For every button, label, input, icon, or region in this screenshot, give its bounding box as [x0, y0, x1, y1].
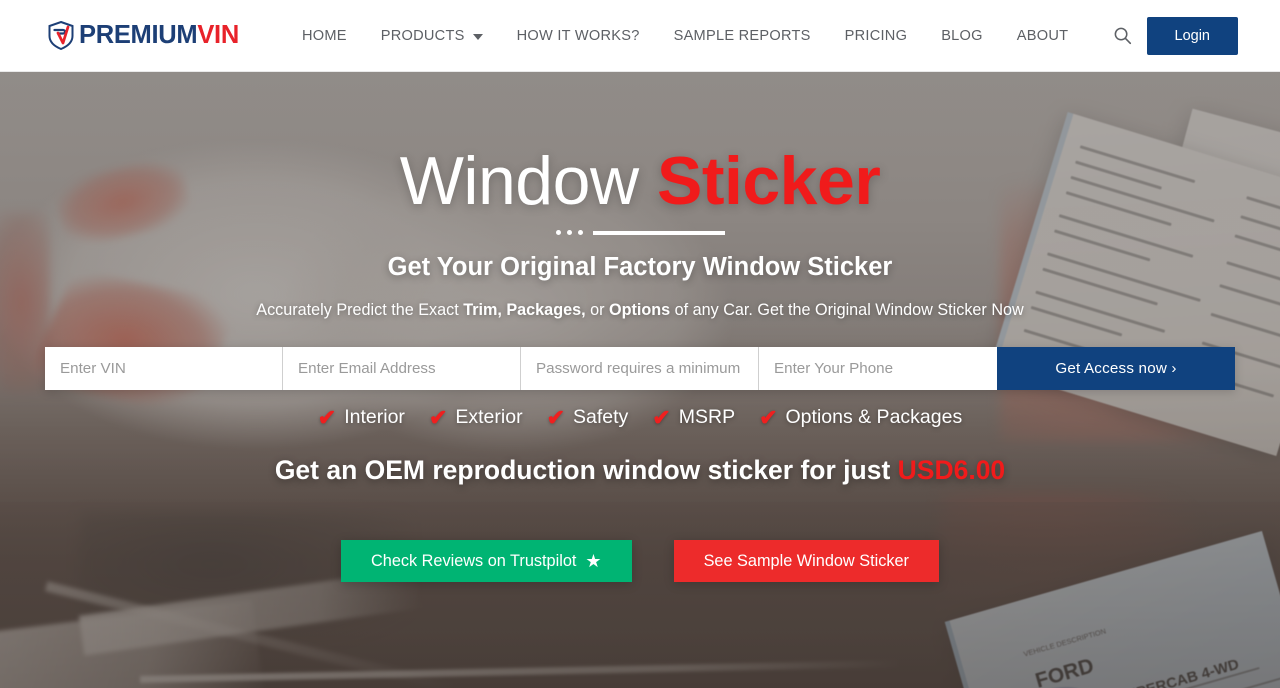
nav-item-how-it-works-label: HOW IT WORKS?: [516, 27, 640, 44]
search-button[interactable]: [1107, 21, 1137, 51]
nav-item-about-label: ABOUT: [1016, 27, 1069, 44]
cta-button-row: Check Reviews on Trustpilot ★ See Sample…: [341, 540, 939, 583]
check-icon: ✔: [428, 404, 448, 430]
divider-bar: [592, 230, 725, 235]
page-title: Window Sticker: [399, 143, 881, 219]
page-title-white: Window: [399, 143, 639, 219]
password-input[interactable]: [521, 347, 759, 391]
feature-label: Options & Packages: [785, 406, 963, 429]
hero-content: Window Sticker Get Your Original Factory…: [0, 72, 1280, 688]
nav-item-pricing[interactable]: PRICING: [828, 28, 925, 44]
phone-input[interactable]: [759, 347, 997, 391]
description-part-3: of any Car. Get the Original Window Stic…: [670, 301, 1024, 320]
price-statement-text: Get an OEM reproduction window sticker f…: [274, 455, 898, 486]
main-navigation: HOME PRODUCTS HOW IT WORKS? SAMPLE REPOR…: [285, 21, 1137, 51]
feature-label: MSRP: [678, 406, 736, 429]
logo-text-vin: VIN: [197, 20, 239, 49]
trustpilot-reviews-button[interactable]: Check Reviews on Trustpilot ★: [341, 540, 632, 583]
email-input[interactable]: [283, 347, 521, 391]
page-subtitle: Get Your Original Factory Window Sticker: [387, 253, 893, 282]
star-icon: ★: [585, 551, 602, 572]
sample-sticker-button[interactable]: See Sample Window Sticker: [673, 540, 939, 583]
page-title-accent: Sticker: [656, 143, 881, 219]
nav-item-pricing-label: PRICING: [844, 27, 908, 44]
divider-dot: [566, 230, 572, 236]
vin-input[interactable]: [45, 347, 283, 391]
site-header: PREMIUMVIN HOME PRODUCTS HOW IT WORKS? S…: [0, 0, 1280, 72]
divider-dot: [555, 230, 561, 236]
nav-item-about[interactable]: ABOUT: [1000, 28, 1086, 44]
price-value: USD6.00: [897, 455, 1006, 486]
nav-item-sample-reports[interactable]: SAMPLE REPORTS: [657, 28, 828, 44]
description-part-2: or: [585, 301, 609, 320]
check-icon: ✔: [317, 404, 337, 430]
check-icon: ✔: [652, 404, 671, 430]
feature-list: ✔ Interior ✔ Exterior ✔ Safety ✔ MSRP ✔ …: [318, 406, 962, 429]
title-divider: [555, 230, 725, 236]
hero-section: VEHICLE DESCRIPTION FORD 2006 F-150 SUPE…: [0, 72, 1280, 688]
feature-label: Safety: [573, 406, 629, 429]
nav-item-blog[interactable]: BLOG: [924, 28, 1000, 44]
logo-text: PREMIUMVIN: [79, 20, 239, 49]
logo-text-premium: PREMIUM: [79, 20, 198, 49]
shield-check-logo-icon: [48, 21, 74, 50]
description-bold-2: Options: [608, 301, 671, 320]
site-logo[interactable]: PREMIUMVIN: [48, 21, 239, 50]
trustpilot-button-label: Check Reviews on Trustpilot: [371, 551, 577, 570]
nav-item-blog-label: BLOG: [941, 27, 983, 44]
nav-item-sample-reports-label: SAMPLE REPORTS: [673, 27, 811, 44]
description-bold-1: Trim, Packages,: [463, 301, 586, 320]
nav-item-products-label: PRODUCTS: [380, 27, 465, 44]
nav-item-how-it-works[interactable]: HOW IT WORKS?: [500, 28, 657, 44]
check-icon: ✔: [546, 404, 565, 430]
feature-label: Exterior: [455, 406, 523, 429]
feature-item: ✔ Options & Packages: [759, 406, 962, 429]
feature-item: ✔ MSRP: [652, 406, 735, 429]
feature-item: ✔ Interior: [318, 406, 405, 429]
feature-item: ✔ Safety: [547, 406, 629, 429]
nav-item-home[interactable]: HOME: [285, 28, 364, 44]
divider-dot: [577, 230, 583, 236]
get-access-button[interactable]: Get Access now ›: [997, 347, 1235, 391]
login-button[interactable]: Login: [1146, 16, 1238, 55]
nav-item-products[interactable]: PRODUCTS: [364, 28, 500, 44]
search-icon: [1114, 27, 1131, 45]
lead-capture-form: Get Access now ›: [45, 347, 1235, 391]
chevron-down-icon: [472, 33, 483, 40]
feature-item: ✔ Exterior: [429, 406, 523, 429]
description-part-1: Accurately Predict the Exact: [256, 301, 464, 320]
feature-label: Interior: [344, 406, 405, 429]
check-icon: ✔: [759, 404, 778, 430]
page-description: Accurately Predict the Exact Trim, Packa…: [256, 301, 1023, 320]
nav-item-home-label: HOME: [301, 27, 347, 44]
price-statement: Get an OEM reproduction window sticker f…: [275, 455, 1005, 486]
